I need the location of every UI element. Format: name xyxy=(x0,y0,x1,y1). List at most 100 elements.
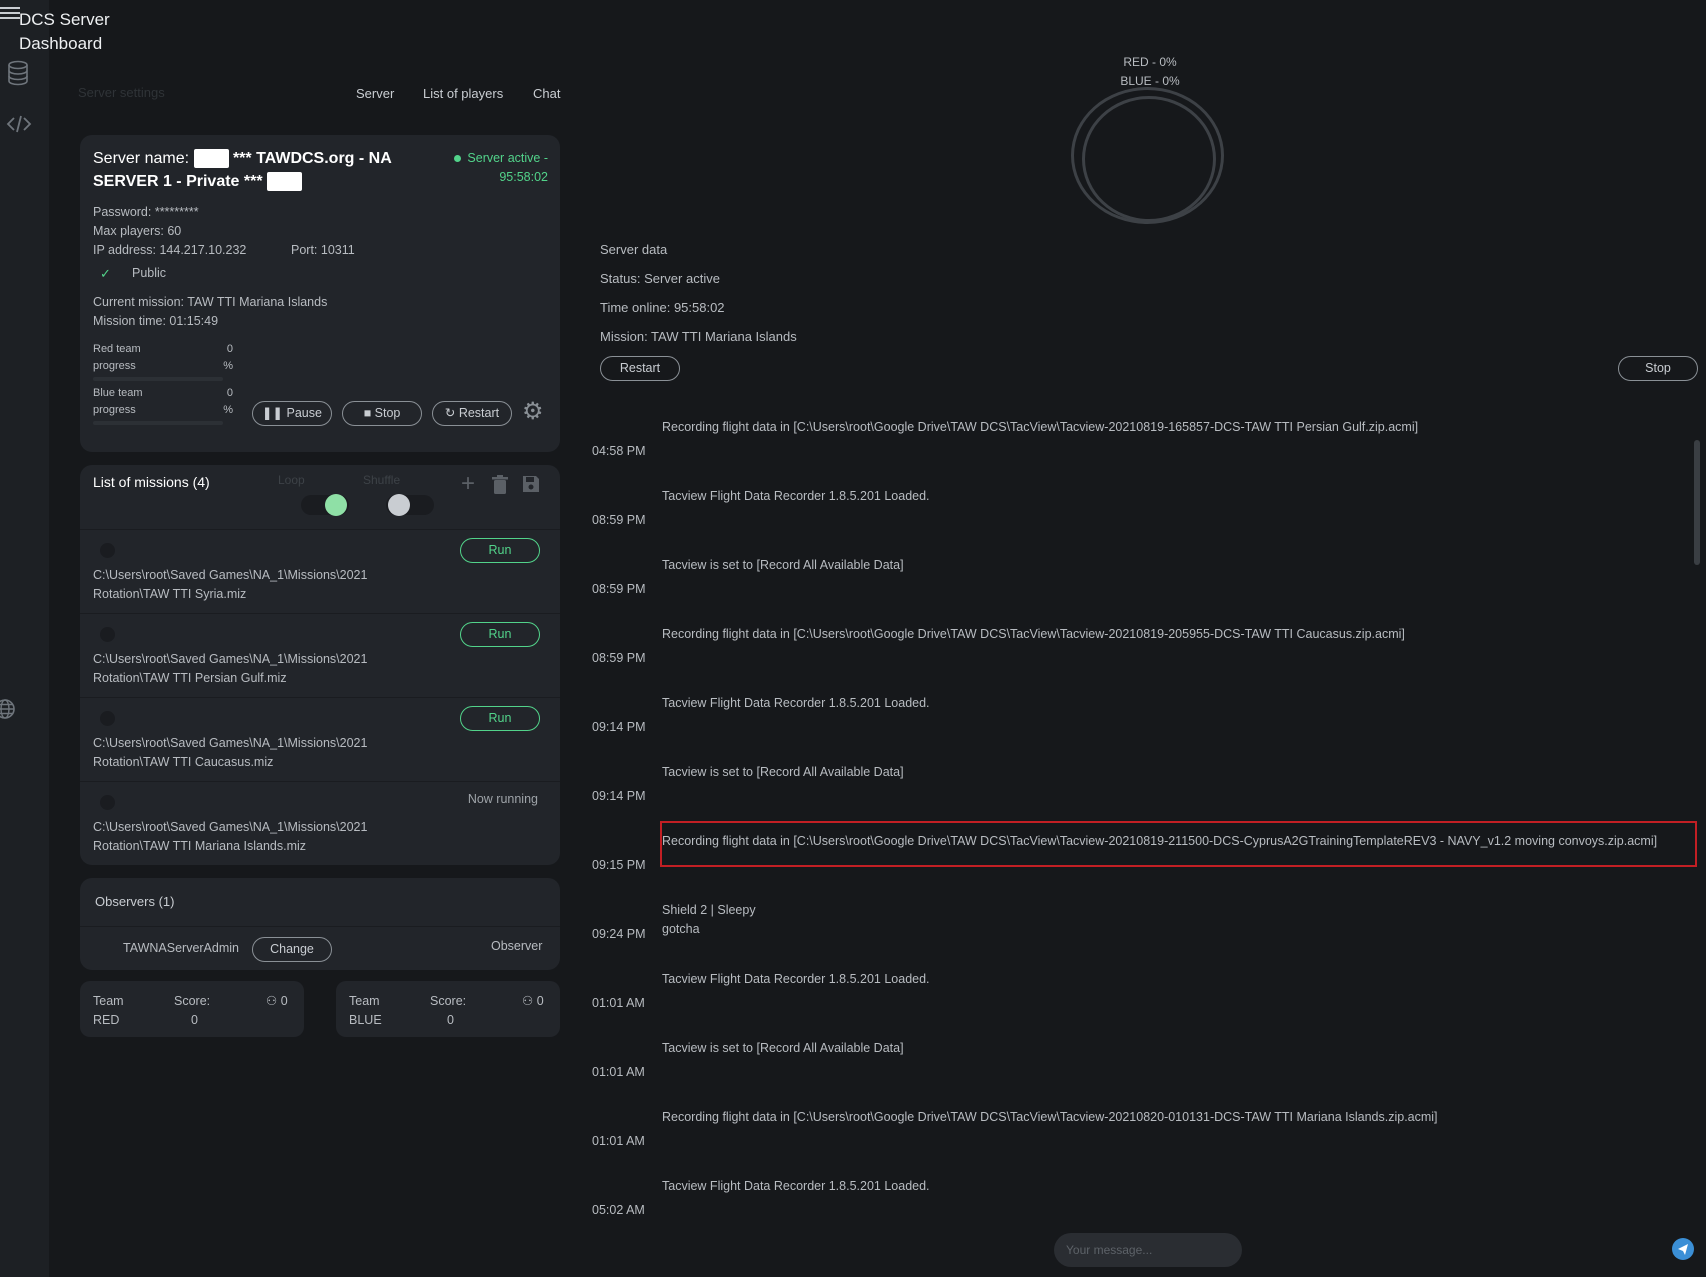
server-data-stop-button[interactable]: Stop xyxy=(1618,356,1698,381)
change-button[interactable]: Change xyxy=(252,937,332,962)
run-button[interactable]: Run xyxy=(460,538,540,563)
nav-server[interactable]: Server xyxy=(356,86,394,101)
stop-button[interactable]: ■ Stop xyxy=(342,401,422,426)
log-message: Tacview is set to [Record All Available … xyxy=(662,765,904,779)
player-count: 0 xyxy=(280,994,288,1008)
red-progress: Red team progress 0 % xyxy=(93,341,233,375)
code-icon[interactable] xyxy=(6,114,32,140)
trash-icon[interactable] xyxy=(491,475,509,501)
blue-progress-label: Blue team progress xyxy=(93,387,143,416)
score-value: 0 xyxy=(191,1013,198,1027)
team-red-name: Team RED xyxy=(93,992,124,1030)
red-progress-bar xyxy=(93,377,223,381)
server-data-status: Status: Server active xyxy=(600,271,720,286)
log-message: Recording flight data in [C:\Users\root\… xyxy=(662,627,1405,641)
server-status-text: Server active - 95:58:02 xyxy=(467,151,548,184)
log-time: 09:15 PM xyxy=(592,858,646,872)
log-message: Tacview Flight Data Recorder 1.8.5.201 L… xyxy=(662,696,930,710)
server-data-restart-button[interactable]: Restart xyxy=(600,356,680,381)
run-button[interactable]: Run xyxy=(460,706,540,731)
loop-label: Loop xyxy=(278,473,305,487)
server-data-time-online: Time online: 95:58:02 xyxy=(600,300,725,315)
stop-label: Stop xyxy=(374,406,401,420)
status-dot-icon xyxy=(454,155,462,163)
log-time: 08:59 PM xyxy=(592,651,646,665)
missions-title: List of missions (4) xyxy=(93,474,210,490)
mission-row: Run C:\Users\root\Saved Games\NA_1\Missi… xyxy=(80,529,560,613)
restart-label: Restart xyxy=(458,406,500,420)
score-label: Score: xyxy=(174,994,211,1008)
mission-radio[interactable] xyxy=(100,627,115,642)
run-button[interactable]: Run xyxy=(460,622,540,647)
nav-chat[interactable]: Chat xyxy=(533,86,560,101)
log-time: 01:01 AM xyxy=(592,996,645,1010)
user-icon: ⚇ xyxy=(522,994,534,1008)
log-time: 09:24 PM xyxy=(592,927,646,941)
mission-time-text: Mission time: 01:15:49 xyxy=(93,314,219,328)
log-message: Tacview Flight Data Recorder 1.8.5.201 L… xyxy=(662,972,930,986)
log-message: Tacview Flight Data Recorder 1.8.5.201 L… xyxy=(662,1179,930,1193)
observer-name: TAWNAServerAdmin xyxy=(123,941,239,955)
message-input[interactable] xyxy=(1054,1233,1242,1267)
log-message: Tacview Flight Data Recorder 1.8.5.201 L… xyxy=(662,489,930,503)
observers-title: Observers (1) xyxy=(95,894,175,909)
send-button[interactable] xyxy=(1672,1238,1694,1260)
blue-progress: Blue team progress 0 % xyxy=(93,385,233,419)
loop-toggle-knob xyxy=(325,494,347,516)
gear-icon[interactable]: ⚙ xyxy=(522,397,544,426)
team-blue-players: ⚇ 0 xyxy=(522,992,544,1011)
menu-icon[interactable] xyxy=(0,4,20,22)
public-label: Public xyxy=(132,266,167,280)
log-message: Recording flight data in [C:\Users\root\… xyxy=(662,420,1419,434)
mission-path: C:\Users\root\Saved Games\NA_1\Missions\… xyxy=(93,652,368,685)
mission-row: Run C:\Users\root\Saved Games\NA_1\Missi… xyxy=(80,697,560,781)
loop-toggle[interactable] xyxy=(301,494,349,516)
port-text: Port: 10311 xyxy=(291,243,355,257)
log-time: 01:01 AM xyxy=(592,1065,645,1079)
log-time: 08:59 PM xyxy=(592,582,646,596)
mission-row: Now running C:\Users\root\Saved Games\NA… xyxy=(80,781,560,865)
mission-radio[interactable] xyxy=(100,795,115,810)
database-icon[interactable] xyxy=(6,60,32,86)
team-name: BLUE xyxy=(349,1013,382,1027)
log-scrollbar[interactable] xyxy=(1694,440,1700,565)
player-count: 0 xyxy=(536,994,544,1008)
add-icon[interactable]: + xyxy=(461,470,475,498)
pause-button[interactable]: ❚❚ Pause xyxy=(252,401,332,426)
shuffle-toggle[interactable] xyxy=(386,494,434,516)
mission-path: C:\Users\root\Saved Games\NA_1\Missions\… xyxy=(93,736,368,769)
ring-blue-percent: BLUE - 0% xyxy=(1120,74,1180,88)
send-icon xyxy=(1678,1244,1688,1255)
server-name: Server name: *** TAWDCS.org - NA SERVER … xyxy=(93,147,413,193)
log-time: 01:01 AM xyxy=(592,1134,645,1148)
server-status: Server active - 95:58:02 xyxy=(438,149,548,187)
team-blue-card: Team BLUE Score: 0 ⚇ 0 xyxy=(336,981,560,1037)
ip-address-text: IP address: 144.217.10.232 xyxy=(93,243,247,257)
save-icon[interactable] xyxy=(522,475,540,499)
team-blue-score: Score: 0 xyxy=(430,992,466,1030)
red-progress-value: 0 % xyxy=(223,343,233,372)
log-time: 09:14 PM xyxy=(592,720,646,734)
nav-list-of-players[interactable]: List of players xyxy=(423,86,503,101)
mission-radio[interactable] xyxy=(100,711,115,726)
team-blue-name: Team BLUE xyxy=(349,992,382,1030)
mission-radio[interactable] xyxy=(100,543,115,558)
team-red-score: Score: 0 xyxy=(174,992,210,1030)
globe-icon[interactable] xyxy=(0,698,20,724)
log-message: Recording flight data in [C:\Users\root\… xyxy=(662,1110,1438,1124)
server-data-mission: Mission: TAW TTI Mariana Islands xyxy=(600,329,797,344)
public-checkbox[interactable]: ✓ xyxy=(100,266,111,282)
redacted-block xyxy=(267,172,303,192)
team-name: RED xyxy=(93,1013,120,1027)
restart-button[interactable]: ↻ Restart xyxy=(432,401,512,426)
team-label: Team xyxy=(93,994,124,1008)
log-message: Shield 2 | Sleepy xyxy=(662,903,756,917)
score-value: 0 xyxy=(447,1013,454,1027)
shuffle-toggle-knob xyxy=(388,494,410,516)
current-mission-text: Current mission: TAW TTI Mariana Islands xyxy=(93,295,328,309)
log-time: 04:58 PM xyxy=(592,444,646,458)
team-label: Team xyxy=(349,994,380,1008)
breadcrumb: Server settings xyxy=(78,85,165,100)
user-icon: ⚇ xyxy=(266,994,278,1008)
server-card: Server name: *** TAWDCS.org - NA SERVER … xyxy=(80,135,560,452)
